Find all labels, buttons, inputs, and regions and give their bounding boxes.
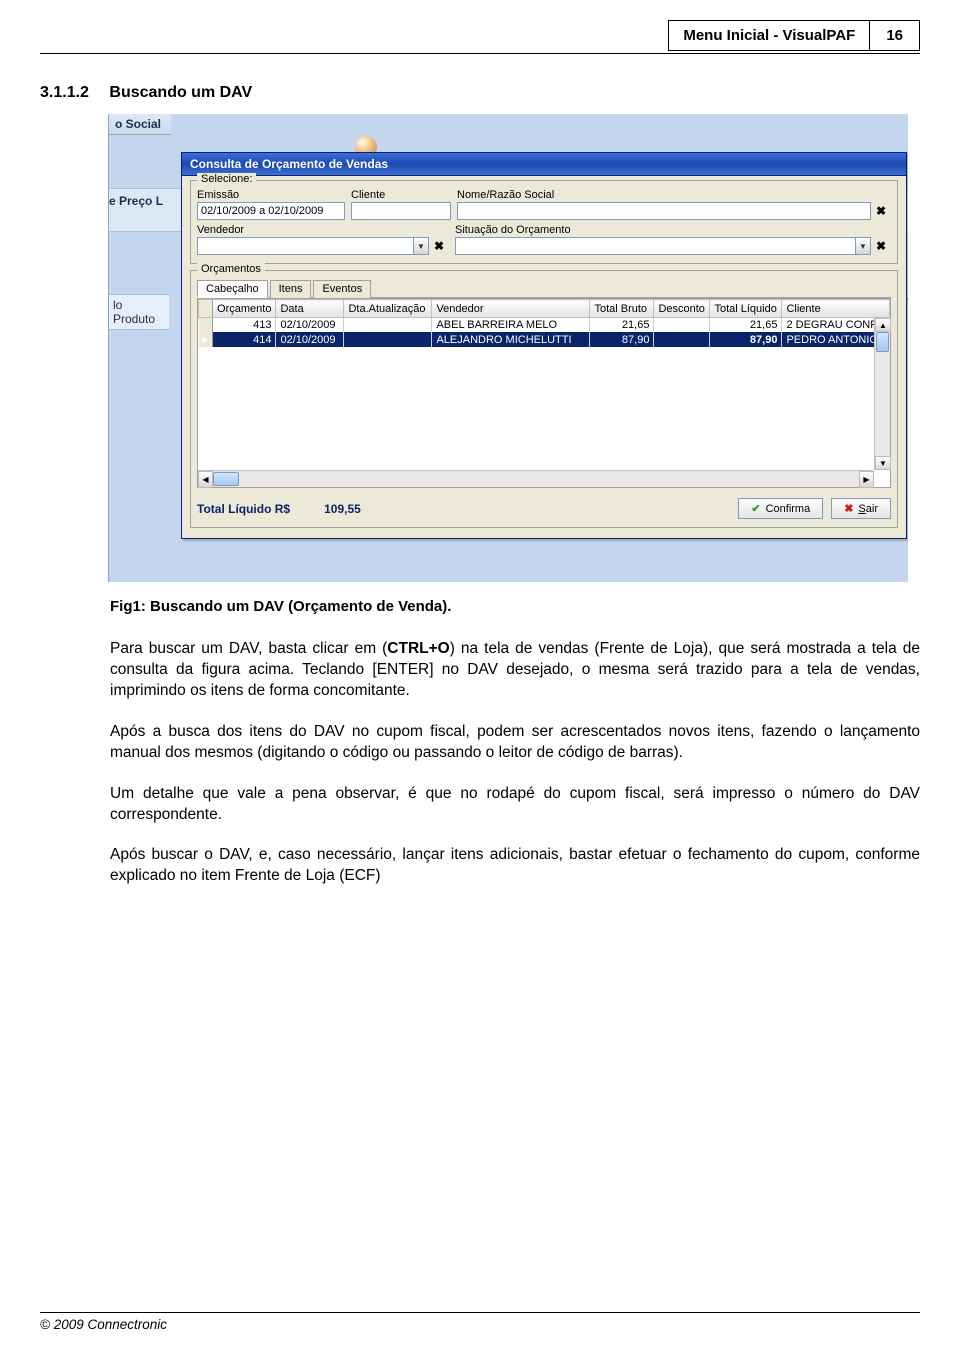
screenshot-figure: o Social e Preço L lo Produto lor Consul… <box>108 114 908 582</box>
cell-atual <box>344 318 432 333</box>
orcamentos-legend: Orçamentos <box>197 263 265 275</box>
col-desconto[interactable]: Desconto <box>654 300 710 318</box>
chevron-down-icon[interactable]: ▼ <box>855 237 871 255</box>
header-title: Menu Inicial - VisualPAF <box>668 20 869 51</box>
cell-data: 02/10/2009 <box>276 318 344 333</box>
section-title: Buscando um DAV <box>109 84 252 101</box>
orcamentos-group: Orçamentos Cabeçalho Itens Eventos <box>190 270 898 528</box>
bg-product-label: lo Produto <box>109 294 169 330</box>
section-number: 3.1.1.2 <box>40 84 89 101</box>
scroll-thumb[interactable] <box>213 472 239 486</box>
orcamento-grid[interactable]: Orçamento Data Dta.Atualização Vendedor … <box>197 298 891 488</box>
figure-caption: Fig1: Buscando um DAV (Orçamento de Vend… <box>110 598 920 615</box>
bg-price-label: e Preço L <box>109 194 163 208</box>
situacao-combo[interactable] <box>455 237 855 255</box>
paragraph-4: Após buscar o DAV, e, caso necessário, l… <box>110 845 920 887</box>
consulta-dialog: Consulta de Orçamento de Vendas Selecion… <box>181 152 907 539</box>
total-value: 109,55 <box>324 502 361 516</box>
scroll-down-icon[interactable]: ▼ <box>875 456 891 470</box>
cliente-input[interactable] <box>351 202 451 220</box>
scroll-left-icon[interactable]: ◀ <box>198 471 213 488</box>
paragraph-3: Um detalhe que vale a pena observar, é q… <box>110 784 920 826</box>
confirma-button[interactable]: ✔ Confirma <box>738 498 823 519</box>
col-vendedor[interactable]: Vendedor <box>432 300 590 318</box>
cell-data: 02/10/2009 <box>276 332 344 347</box>
vendedor-combo[interactable] <box>197 237 413 255</box>
table-row[interactable]: ▸ 414 02/10/2009 ALEJANDRO MICHELUTTI 87… <box>199 332 890 347</box>
cell-bruto: 87,90 <box>590 332 654 347</box>
cell-atual <box>344 332 432 347</box>
clear-vendedor-button[interactable]: ✖ <box>429 237 449 255</box>
scroll-up-icon[interactable]: ▲ <box>875 318 891 332</box>
cell-vendedor: ALEJANDRO MICHELUTTI <box>432 332 590 347</box>
page-header: Menu Inicial - VisualPAF 16 <box>40 20 920 54</box>
clear-nome-button[interactable]: ✖ <box>871 202 891 220</box>
clear-situacao-button[interactable]: ✖ <box>871 237 891 255</box>
paragraph-2: Após a busca dos itens do DAV no cupom f… <box>110 722 920 764</box>
scroll-right-icon[interactable]: ▶ <box>859 471 874 488</box>
col-orcamento[interactable]: Orçamento <box>213 300 276 318</box>
cell-bruto: 21,65 <box>590 318 654 333</box>
filter-group: Selecione: Emissão Cliente Nom <box>190 180 898 264</box>
col-rowhdr <box>199 300 213 318</box>
header-page-number: 16 <box>869 20 920 51</box>
total-label: Total Líquido R$ <box>197 502 290 516</box>
tab-itens[interactable]: Itens <box>270 280 312 298</box>
table-row[interactable]: 413 02/10/2009 ABEL BARREIRA MELO 21,65 … <box>199 318 890 333</box>
col-data[interactable]: Data <box>276 300 344 318</box>
emissao-input[interactable] <box>197 202 345 220</box>
chevron-down-icon[interactable]: ▼ <box>413 237 429 255</box>
vendedor-label: Vendedor <box>197 224 449 236</box>
cell-liquido: 87,90 <box>710 332 782 347</box>
page-footer: © 2009 Connectronic <box>40 1312 920 1332</box>
col-total-bruto[interactable]: Total Bruto <box>590 300 654 318</box>
situacao-label: Situação do Orçamento <box>455 224 891 236</box>
scroll-thumb[interactable] <box>876 332 889 352</box>
tab-eventos[interactable]: Eventos <box>313 280 371 298</box>
cell-orcamento: 414 <box>213 332 276 347</box>
cell-desc <box>654 332 710 347</box>
filter-legend: Selecione: <box>197 173 256 185</box>
close-icon: ✖ <box>844 502 853 515</box>
check-icon: ✔ <box>751 502 760 515</box>
scrollbar-horizontal[interactable]: ◀ ▶ <box>198 470 874 487</box>
nome-label: Nome/Razão Social <box>457 189 891 201</box>
bg-tab-social: o Social <box>109 114 171 135</box>
cell-desc <box>654 318 710 333</box>
sair-label: Sair <box>858 503 878 515</box>
cell-orcamento: 413 <box>213 318 276 333</box>
cell-liquido: 21,65 <box>710 318 782 333</box>
cliente-label: Cliente <box>351 189 451 201</box>
cell-vendedor: ABEL BARREIRA MELO <box>432 318 590 333</box>
col-atualizacao[interactable]: Dta.Atualização <box>344 300 432 318</box>
col-total-liquido[interactable]: Total Líquido <box>710 300 782 318</box>
confirma-label: Confirma <box>766 503 811 515</box>
paragraph-1: Para buscar um DAV, basta clicar em (CTR… <box>110 639 920 702</box>
section-heading: 3.1.1.2 Buscando um DAV <box>40 84 920 102</box>
scrollbar-vertical[interactable]: ▲ ▼ <box>874 318 890 470</box>
tab-cabecalho[interactable]: Cabeçalho <box>197 280 268 298</box>
emissao-label: Emissão <box>197 189 345 201</box>
dialog-title: Consulta de Orçamento de Vendas <box>182 153 906 176</box>
sair-button[interactable]: ✖ Sair <box>831 498 891 519</box>
col-cliente[interactable]: Cliente <box>782 300 890 318</box>
nome-input[interactable] <box>457 202 871 220</box>
